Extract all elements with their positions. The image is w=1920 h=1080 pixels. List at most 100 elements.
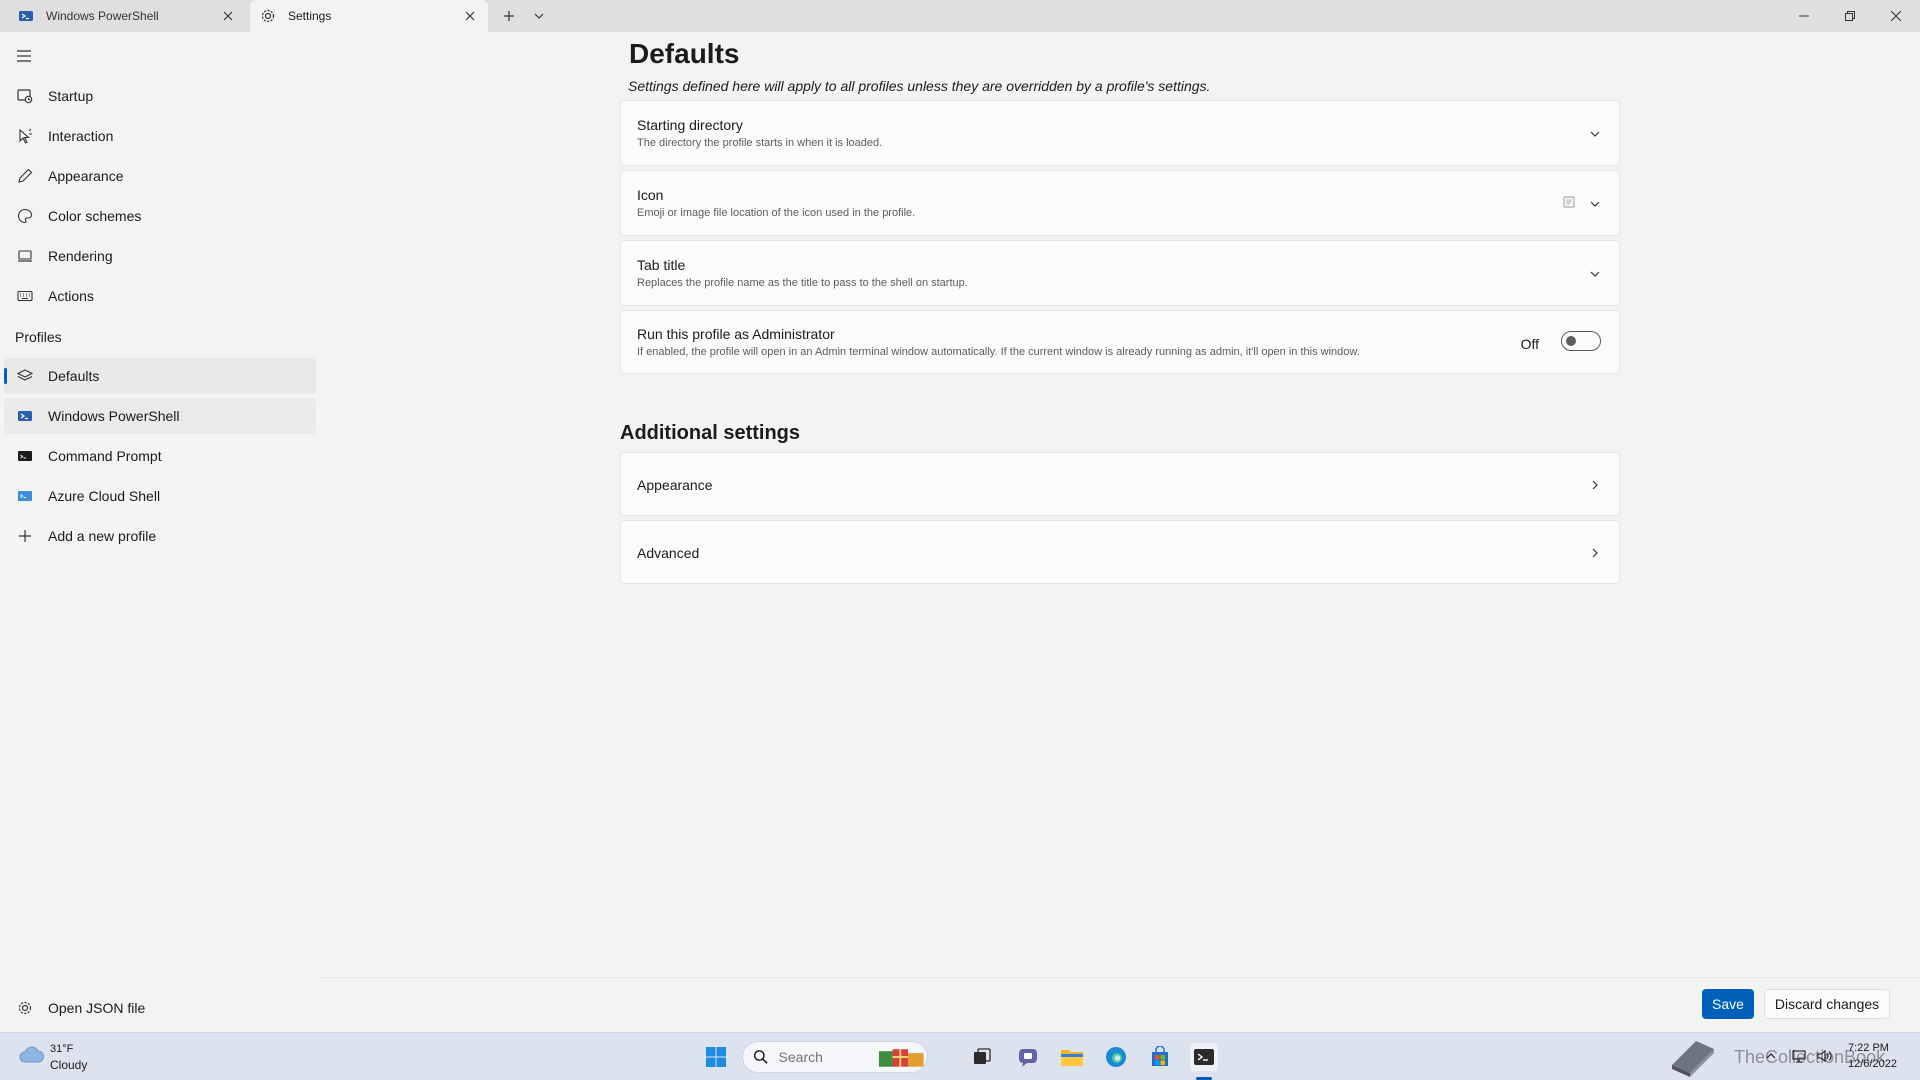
page-subtitle: Settings defined here will apply to all …	[628, 78, 1211, 94]
chevron-down-icon[interactable]	[1587, 196, 1603, 212]
close-icon[interactable]	[220, 8, 236, 24]
title-bar: Windows PowerShell Settings	[0, 0, 1920, 32]
sidebar-item-interaction[interactable]: Interaction	[4, 118, 316, 154]
chevron-right-icon	[1587, 477, 1603, 493]
start-button[interactable]	[702, 1043, 730, 1071]
sidebar-item-add-new-profile[interactable]: Add a new profile	[4, 518, 316, 554]
sidebar-item-defaults[interactable]: Defaults	[4, 358, 316, 394]
additional-advanced[interactable]: Advanced	[620, 520, 1620, 584]
monitor-icon	[16, 247, 34, 265]
new-tab-button[interactable]	[498, 6, 520, 26]
setting-title: Tab title	[637, 257, 686, 273]
open-json-file-button[interactable]: Open JSON file	[4, 990, 316, 1026]
setting-description: The directory the profile starts in when…	[637, 137, 883, 149]
sidebar-item-label: Azure Cloud Shell	[48, 488, 161, 504]
close-icon[interactable]	[462, 8, 478, 24]
azure-icon	[16, 487, 34, 505]
gear-icon	[16, 999, 34, 1017]
sidebar-item-label: Windows PowerShell	[48, 408, 180, 424]
cmd-icon	[16, 447, 34, 465]
search-icon	[753, 1050, 768, 1064]
save-button[interactable]: Save	[1702, 989, 1754, 1019]
setting-run-as-administrator: Run this profile as Administrator If ena…	[620, 310, 1620, 374]
plus-icon	[16, 527, 34, 545]
sidebar-item-startup[interactable]: Startup	[4, 78, 316, 114]
windows-logo-icon	[706, 1047, 726, 1067]
powershell-icon	[18, 8, 34, 24]
weather-temperature: 31°F	[50, 1043, 74, 1055]
book-logo-icon	[1672, 1041, 1714, 1077]
setting-title: Appearance	[637, 477, 713, 493]
minimize-button[interactable]	[1781, 0, 1827, 32]
palette-icon	[16, 207, 34, 225]
chevron-down-icon[interactable]	[1587, 266, 1603, 282]
keyboard-icon	[16, 287, 34, 305]
profiles-header: Profiles	[15, 329, 62, 345]
sidebar-item-label: Appearance	[48, 168, 124, 184]
chevron-up-icon[interactable]	[1762, 1047, 1780, 1065]
image-preview-icon	[1563, 196, 1577, 210]
weather-condition: Cloudy	[50, 1058, 88, 1072]
page-title: Defaults	[629, 38, 740, 69]
selection-indicator	[4, 368, 7, 384]
sidebar-item-appearance[interactable]: Appearance	[4, 158, 316, 194]
setting-tab-title[interactable]: Tab title Replaces the profile name as t…	[620, 240, 1620, 306]
microsoft-store-icon[interactable]	[1146, 1043, 1174, 1071]
setting-title: Icon	[637, 187, 664, 203]
network-icon[interactable]	[1790, 1047, 1808, 1065]
volume-icon[interactable]	[1815, 1047, 1833, 1065]
sidebar-item-actions[interactable]: Actions	[4, 278, 316, 314]
gift-highlight-icon	[878, 1049, 924, 1067]
cloud-icon[interactable]	[18, 1045, 44, 1069]
clock-date[interactable]: 12/6/2022	[1848, 1058, 1897, 1070]
discard-changes-button[interactable]: Discard changes	[1764, 989, 1890, 1019]
setting-icon[interactable]: Icon Emoji or image file location of the…	[620, 170, 1620, 236]
hamburger-menu-button[interactable]	[12, 44, 36, 68]
window-close-button[interactable]	[1873, 0, 1919, 32]
taskbar-search-box[interactable]	[742, 1041, 928, 1073]
plus-icon	[504, 11, 514, 21]
clock-time[interactable]: 7:22 PM	[1848, 1042, 1889, 1054]
sidebar-item-color-schemes[interactable]: Color schemes	[4, 198, 316, 234]
minimize-icon	[1799, 15, 1809, 17]
open-json-label: Open JSON file	[48, 1000, 146, 1016]
terminal-taskbar-icon[interactable]	[1190, 1043, 1218, 1071]
tab-windows-powershell[interactable]: Windows PowerShell	[0, 0, 246, 32]
hamburger-icon	[17, 50, 31, 62]
administrator-toggle[interactable]	[1561, 331, 1601, 351]
sidebar-item-label: Defaults	[48, 368, 100, 384]
sidebar-item-label: Color schemes	[48, 208, 142, 224]
additional-settings-title: Additional settings	[620, 422, 800, 444]
tab-dropdown-button[interactable]	[528, 6, 550, 26]
gear-icon	[260, 8, 276, 24]
edge-browser-icon[interactable]	[1102, 1043, 1130, 1071]
main-content: Defaults Settings defined here will appl…	[320, 32, 1920, 978]
tab-label: Settings	[288, 9, 332, 23]
sidebar: Startup Interaction Appearance Color sch…	[0, 32, 320, 1032]
setting-description: If enabled, the profile will open in an …	[637, 346, 1360, 358]
taskbar-search-input[interactable]	[776, 1048, 867, 1066]
chevron-right-icon	[1587, 545, 1603, 561]
additional-appearance[interactable]: Appearance	[620, 452, 1620, 516]
sidebar-item-command-prompt[interactable]: Command Prompt	[4, 438, 316, 474]
file-explorer-icon[interactable]	[1058, 1043, 1086, 1071]
chevron-down-icon	[534, 13, 544, 19]
sidebar-item-rendering[interactable]: Rendering	[4, 238, 316, 274]
toggle-state-label: Off	[1520, 336, 1539, 352]
task-view-icon[interactable]	[968, 1043, 996, 1071]
cursor-icon	[16, 127, 34, 145]
setting-description: Emoji or image file location of the icon…	[637, 207, 916, 219]
setting-description: Replaces the profile name as the title t…	[637, 277, 968, 289]
setting-starting-directory[interactable]: Starting directory The directory the pro…	[620, 100, 1620, 166]
sidebar-item-label: Command Prompt	[48, 448, 162, 464]
powershell-icon	[16, 407, 34, 425]
setting-title: Starting directory	[637, 117, 743, 133]
sidebar-item-azure-cloud-shell[interactable]: Azure Cloud Shell	[4, 478, 316, 514]
teams-chat-icon[interactable]	[1014, 1043, 1042, 1071]
sidebar-item-windows-powershell[interactable]: Windows PowerShell	[4, 398, 316, 434]
layers-icon	[16, 367, 34, 385]
tab-settings[interactable]: Settings	[250, 0, 488, 32]
restore-icon	[1845, 11, 1855, 21]
chevron-down-icon[interactable]	[1587, 126, 1603, 142]
restore-button[interactable]	[1827, 0, 1873, 32]
